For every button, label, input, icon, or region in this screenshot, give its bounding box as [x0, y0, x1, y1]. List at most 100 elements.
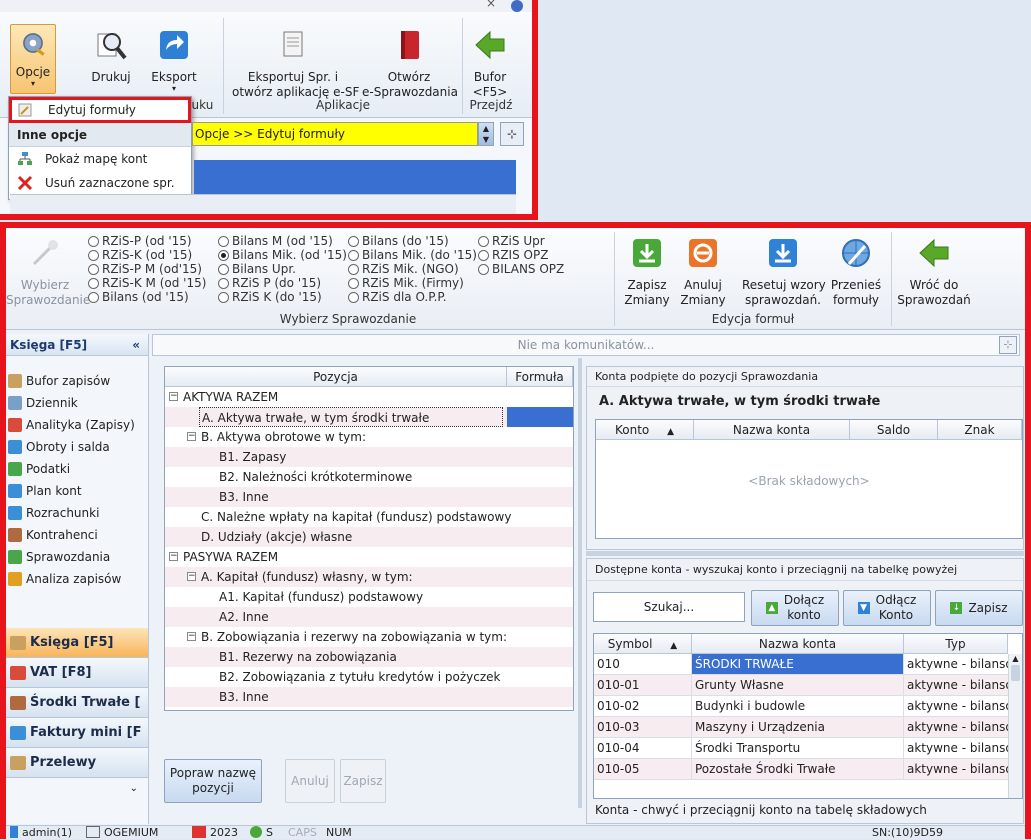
nav-button[interactable]: Księga [F5] — [6, 628, 148, 658]
save-button[interactable]: Zapisz — [340, 759, 386, 803]
tree-row[interactable]: − PASYWA RAZEM — [165, 547, 573, 567]
radio-dot[interactable] — [348, 235, 359, 247]
report-radio-option[interactable]: Bilans M (od '15) — [218, 234, 347, 248]
radio-dot[interactable] — [88, 277, 99, 289]
back-to-reports-button[interactable]: Wróć do Sprawozdań — [896, 236, 972, 308]
nav-more-icon[interactable]: ⌄ — [6, 778, 148, 800]
col-symbol[interactable]: Symbol ▲ — [594, 634, 692, 654]
report-radio-option[interactable]: RZiS Upr — [478, 234, 564, 248]
spin-button[interactable]: ▲ ▼ — [478, 122, 494, 146]
sidebar-item[interactable]: Obroty i salda — [6, 436, 148, 458]
radio-dot[interactable] — [218, 277, 229, 289]
expand-view-icon[interactable]: ⊹ — [999, 336, 1017, 354]
nav-button[interactable]: Środki Trwałe [ — [6, 688, 148, 718]
menu-item-show-account-map[interactable]: Pokaż mapę kont — [9, 147, 191, 171]
cancel-changes-button[interactable]: Anuluj Zmiany — [676, 236, 730, 308]
radio-dot[interactable] — [88, 263, 99, 275]
cancel-button[interactable]: Anuluj — [285, 759, 335, 803]
open-esprawozdania-button[interactable]: Otwórz e-Sprawozdania — [362, 28, 458, 100]
sidebar-item[interactable]: Dziennik — [6, 392, 148, 414]
sidebar-item[interactable]: Bufor zapisów — [6, 370, 148, 392]
tree-row[interactable]: B1. Rezerwy na zobowiązania — [165, 647, 573, 667]
sidebar-item[interactable]: Rozrachunki — [6, 502, 148, 524]
col-balance[interactable]: Saldo — [850, 420, 938, 440]
report-radio-option[interactable]: RZiS dla O.P.P. — [348, 290, 477, 304]
nav-button[interactable]: Przelewy — [6, 748, 148, 778]
radio-dot[interactable] — [88, 235, 99, 247]
sidebar-item[interactable]: Analiza zapisów — [6, 568, 148, 590]
report-radio-option[interactable]: RZIS OPZ — [478, 248, 564, 262]
formula-cell[interactable] — [507, 407, 573, 427]
tree-row[interactable]: C. Należne wpłaty na kapitał (fundusz) p… — [165, 507, 573, 527]
account-row[interactable]: 010-05 Pozostałe Środki Trwałe aktywne - b… — [594, 759, 1022, 780]
close-icon[interactable]: × — [486, 0, 496, 10]
col-type[interactable]: Typ — [904, 634, 1008, 654]
report-radio-option[interactable]: RZiS P (do '15) — [218, 276, 347, 290]
radio-dot[interactable] — [88, 291, 99, 303]
report-radio-option[interactable]: RZiS Mik. (NGO) — [348, 262, 477, 276]
tree-row[interactable]: B3. Inne — [165, 687, 573, 707]
scroll-up-icon[interactable]: ▲ — [1009, 654, 1022, 663]
report-radio-option[interactable]: RZiS Mik. (Firmy) — [348, 276, 477, 290]
menu-item-edit-formulas[interactable]: Edytuj formuły — [9, 97, 191, 123]
account-row[interactable]: 010-01 Grunty Własne aktywne - bilanso — [594, 675, 1022, 696]
radio-dot[interactable] — [478, 235, 489, 247]
tree-row[interactable]: B2. Należności krótkoterminowe — [165, 467, 573, 487]
tree-row[interactable]: B1. Zapasy — [165, 447, 573, 467]
tree-row[interactable]: D. Udziały (akcje) własne — [165, 527, 573, 547]
nav-button[interactable]: Faktury mini [F — [6, 718, 148, 748]
radio-dot[interactable] — [478, 249, 489, 261]
radio-dot[interactable] — [218, 249, 229, 261]
scroll-thumb[interactable] — [1011, 665, 1020, 681]
detach-account-button[interactable]: ▼ Odłącz Konto — [843, 590, 931, 626]
radio-dot[interactable] — [218, 235, 229, 247]
sidebar-item[interactable]: Podatki — [6, 458, 148, 480]
report-radio-option[interactable]: Bilans (od '15) — [88, 290, 206, 304]
save-accounts-button[interactable]: ↓ Zapisz — [935, 590, 1023, 626]
buffer-button[interactable]: Bufor <F5> — [468, 28, 512, 100]
menu-item-delete-selected[interactable]: Usuń zaznaczone spr. — [9, 171, 191, 195]
tree-row[interactable]: − B. Zobowiązania i rezerwy na zobowiązan… — [165, 627, 573, 647]
search-input[interactable]: Szukaj... — [593, 592, 745, 622]
tree-row[interactable]: A2. Inne — [165, 607, 573, 627]
options-button[interactable]: Opcje ▾ — [10, 24, 56, 94]
collapse-icon[interactable]: « — [132, 334, 140, 356]
col-position[interactable]: Pozycja — [165, 367, 507, 387]
expand-view-icon[interactable]: ⊹ — [500, 122, 524, 146]
report-radio-option[interactable]: RZiS-P M (od'15) — [88, 262, 206, 276]
radio-dot[interactable] — [348, 277, 359, 289]
radio-dot[interactable] — [218, 291, 229, 303]
radio-dot[interactable] — [348, 291, 359, 303]
radio-dot[interactable] — [478, 263, 489, 275]
collapse-toggle-icon[interactable]: − — [187, 632, 196, 641]
col-account-name[interactable]: Nazwa konta — [694, 420, 850, 440]
reset-templates-button[interactable]: Resetuj wzory sprawozdań. — [742, 236, 826, 308]
report-radio-option[interactable]: Bilans Mik. (od '15) — [218, 248, 347, 262]
radio-dot[interactable] — [348, 263, 359, 275]
horizontal-splitter[interactable] — [586, 551, 1024, 556]
collapse-toggle-icon[interactable]: − — [169, 392, 178, 401]
tree-row[interactable]: A. Aktywa trwałe, w tym środki trwałe — [165, 407, 573, 427]
move-formulas-button[interactable]: Przenieś formuły — [828, 236, 884, 308]
col-name[interactable]: Nazwa konta — [692, 634, 904, 654]
collapse-toggle-icon[interactable]: − — [187, 432, 196, 441]
sidebar-item[interactable]: Analityka (Zapisy) — [6, 414, 148, 436]
collapse-toggle-icon[interactable]: − — [187, 572, 196, 581]
radio-dot[interactable] — [88, 249, 99, 261]
nav-button[interactable]: VAT [F8] — [6, 658, 148, 688]
collapse-toggle-icon[interactable]: − — [169, 552, 178, 561]
select-report-button[interactable]: Wybierz Sprawozdanie — [6, 236, 90, 308]
radio-dot[interactable] — [218, 263, 229, 275]
report-radio-option[interactable]: Bilans Upr. — [218, 262, 347, 276]
account-row[interactable]: 010-04 Środki Transportu aktywne - bilanso — [594, 738, 1022, 759]
col-account[interactable]: Konto ▲ — [596, 420, 694, 440]
rename-position-button[interactable]: Popraw nazwę pozycji — [164, 759, 262, 803]
tree-row[interactable]: − B. Aktywa obrotowe w tym: — [165, 427, 573, 447]
export-esf-button[interactable]: Eksportuj Spr. i otwórz aplikację e-SF — [232, 28, 359, 100]
sidebar-item[interactable]: Plan kont — [6, 480, 148, 502]
sidebar-item[interactable]: Kontrahenci — [6, 524, 148, 546]
report-radio-option[interactable]: RZiS K (do '15) — [218, 290, 347, 304]
vertical-splitter[interactable] — [578, 358, 582, 808]
tree-row[interactable]: A1. Kapitał (fundusz) podstawowy — [165, 587, 573, 607]
report-radio-option[interactable]: RZiS-K M (od '15) — [88, 276, 206, 290]
